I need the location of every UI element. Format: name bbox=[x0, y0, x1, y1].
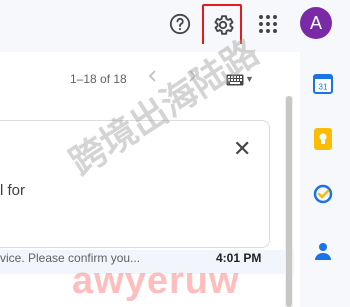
side-panel-tasks-button[interactable] bbox=[311, 182, 335, 206]
scrollbar-thumb[interactable] bbox=[286, 96, 292, 307]
help-button[interactable] bbox=[164, 8, 196, 40]
help-circle-icon bbox=[169, 13, 191, 35]
account-avatar[interactable]: A bbox=[300, 7, 332, 39]
keep-icon bbox=[314, 128, 332, 150]
apps-button[interactable] bbox=[252, 8, 284, 40]
side-panel-calendar-button[interactable]: 31 bbox=[311, 72, 335, 96]
apps-grid-icon bbox=[259, 15, 277, 33]
card-text: l for bbox=[0, 182, 26, 199]
side-panel-contacts-button[interactable] bbox=[311, 240, 335, 264]
contacts-icon bbox=[315, 243, 331, 260]
close-button[interactable]: ✕ bbox=[233, 136, 251, 162]
pagination-count: 1–18 of 18 bbox=[70, 72, 127, 86]
calendar-icon: 31 bbox=[313, 74, 333, 94]
tasks-icon bbox=[313, 184, 333, 204]
watermark-text-en: awyeruw bbox=[72, 260, 240, 302]
calendar-day: 31 bbox=[319, 83, 328, 92]
side-panel-keep-button[interactable] bbox=[311, 127, 335, 151]
